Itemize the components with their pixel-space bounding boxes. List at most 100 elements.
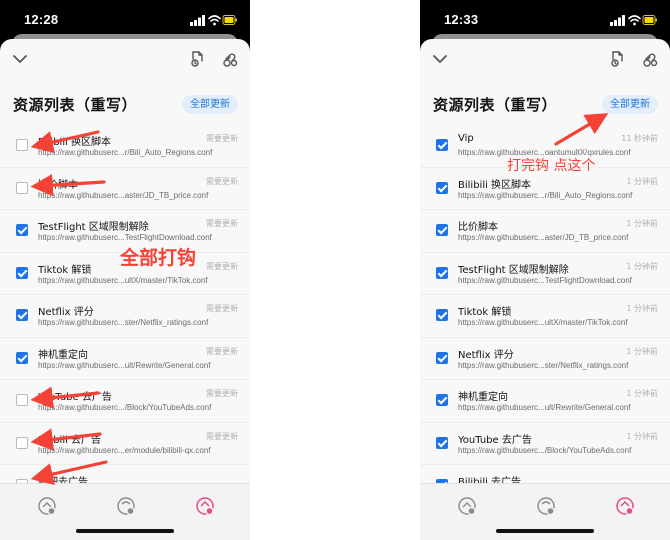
- checkbox-checked[interactable]: [436, 224, 448, 236]
- rule-name: Vip: [458, 133, 474, 144]
- rule-status: 1 分钟前: [626, 431, 658, 441]
- signal-icon: [190, 15, 205, 26]
- list-item[interactable]: Netflix 评分 https://raw.githubuserc...ster…: [420, 338, 670, 380]
- wifi-icon: [208, 15, 221, 22]
- rule-name: Bilibili 换区脚本: [458, 179, 532, 191]
- checkbox-unchecked[interactable]: [16, 181, 28, 194]
- rule-status: 需要更新: [206, 219, 238, 228]
- checkbox-checked[interactable]: [436, 394, 448, 406]
- rule-status: 11 秒钟前: [621, 134, 658, 143]
- rule-status: 需要更新: [206, 134, 238, 143]
- rule-name: 神机重定向: [458, 392, 508, 403]
- rewrite-sheet: 资源列表（重写） 全部更新 Vip https://raw.githubuserc…: [420, 39, 670, 540]
- update-all-button[interactable]: 全部更新: [602, 95, 658, 114]
- filter-icon[interactable]: [116, 496, 136, 516]
- rule-name: 比价脚本: [458, 222, 498, 233]
- annotation-select-all: 全部打钩: [120, 247, 197, 269]
- rule-url: https://raw.githubuserc...ultX/master/Ti…: [38, 275, 208, 285]
- chevron-down-icon[interactable]: [10, 51, 30, 67]
- rule-name: Netflix 评分: [38, 307, 94, 318]
- rule-url: https://raw.githubuserc...r/Bili_Auto_Re…: [458, 190, 633, 200]
- document-sync-icon[interactable]: [188, 50, 206, 68]
- rule-url: https://raw.githubuserc...TestFlightDown…: [38, 233, 212, 242]
- list-item[interactable]: TestFlight 区域限制解除 https://raw.githubuserc…: [420, 253, 670, 295]
- rule-name: Bilibili 换区脚本: [38, 137, 112, 148]
- rule-url: https://raw.githubuserc...TestFlightDown…: [458, 275, 632, 285]
- rule-url: https://raw.githubuserc...er/module/bili…: [38, 445, 211, 455]
- document-sync-icon[interactable]: [608, 50, 626, 68]
- list-header: 资源列表（重写） 全部更新: [433, 94, 658, 116]
- filter-icon[interactable]: [536, 496, 556, 516]
- status-icons: [190, 14, 238, 26]
- list-header: 资源列表（重写） 全部更新: [13, 94, 238, 116]
- rule-name: Tiktok 解锁: [38, 264, 92, 276]
- update-all-button[interactable]: 全部更新: [182, 95, 238, 114]
- rule-url: https://raw.githubuserc...aster/JD_TB_pr…: [458, 233, 629, 242]
- rule-url: https://raw.githubuserc...ster/Netflix_r…: [458, 360, 629, 370]
- checkbox-checked[interactable]: [436, 266, 448, 279]
- rule-url: https://raw.githubuserc...ult/Rewrite/Ge…: [38, 360, 211, 370]
- list-item[interactable]: 比价脚本 https://raw.githubuserc...aster/JD_T…: [420, 210, 670, 253]
- annotation-tap-update: 打完钩 点这个: [507, 158, 596, 174]
- rule-name: YouTube 去广告: [458, 434, 532, 446]
- checkbox-checked[interactable]: [436, 436, 448, 449]
- list-item[interactable]: Bilibili 换区脚本 https://raw.githubuserc...r…: [0, 125, 250, 168]
- rule-status: 1 分钟前: [626, 389, 658, 398]
- list-item[interactable]: 比价脚本 https://raw.githubuserc...aster/JD_T…: [0, 168, 250, 210]
- checkbox-unchecked[interactable]: [16, 436, 28, 449]
- list-item[interactable]: Tiktok 解锁 https://raw.githubuserc...ultX/…: [420, 295, 670, 338]
- checkbox-checked[interactable]: [436, 181, 448, 194]
- rule-name: Bilibili 去广告: [38, 434, 102, 446]
- rule-list-icon[interactable]: [37, 496, 57, 516]
- link-sync-icon[interactable]: [641, 50, 659, 68]
- rewrite-icon[interactable]: [195, 496, 215, 516]
- rule-list-icon[interactable]: [457, 496, 477, 516]
- checkbox-checked[interactable]: [436, 309, 448, 321]
- rewrite-icon[interactable]: [615, 496, 635, 516]
- rule-url: https://raw.githubuserc...r/Bili_Auto_Re…: [38, 148, 213, 157]
- list-item[interactable]: YouTube 去广告 https://raw.githubuserc.../Bl…: [0, 380, 250, 423]
- rule-status: 1 分钟前: [626, 304, 658, 313]
- phone-screen-after: 12:33 资源列表（重写） 全部更新 Vip https://raw.gith…: [420, 0, 670, 540]
- home-indicator: [496, 529, 594, 533]
- rewrite-sheet: 资源列表（重写） 全部更新 Bilibili 换区脚本 https://raw.g…: [0, 39, 250, 540]
- checkbox-checked[interactable]: [436, 139, 448, 151]
- link-sync-icon[interactable]: [221, 50, 239, 68]
- rule-url: https://raw.githubuserc...ult/Rewrite/Ge…: [458, 403, 631, 412]
- chevron-down-icon[interactable]: [430, 51, 450, 67]
- signal-icon: [610, 15, 625, 26]
- sheet-toolbar: [420, 39, 670, 79]
- rule-list: Bilibili 换区脚本 https://raw.githubuserc...r…: [0, 125, 250, 508]
- rule-status: 1 分钟前: [626, 219, 658, 228]
- rule-url: https://raw.githubuserc...aster/JD_TB_pr…: [38, 190, 209, 200]
- list-item[interactable]: Netflix 评分 https://raw.githubuserc...ster…: [0, 295, 250, 338]
- checkbox-unchecked[interactable]: [16, 139, 28, 151]
- rule-url: https://raw.githubuserc.../Block/YouTube…: [458, 445, 632, 455]
- rule-status: 需要更新: [206, 431, 238, 441]
- status-icons: [610, 14, 658, 26]
- tab-bar: [0, 483, 250, 540]
- page-title: 资源列表（重写）: [433, 96, 558, 114]
- list-item[interactable]: Bilibili 去广告 https://raw.githubuserc...er…: [0, 423, 250, 465]
- checkbox-checked[interactable]: [16, 224, 28, 236]
- rule-name: 比价脚本: [38, 179, 78, 191]
- checkbox-checked[interactable]: [16, 266, 28, 279]
- rule-name: TestFlight 区域限制解除: [458, 264, 569, 276]
- list-item[interactable]: YouTube 去广告 https://raw.githubuserc.../Bl…: [420, 423, 670, 465]
- rule-status: 需要更新: [206, 261, 238, 271]
- rule-name: TestFlight 区域限制解除: [38, 222, 149, 233]
- checkbox-checked[interactable]: [16, 351, 28, 364]
- rule-status: 需要更新: [206, 304, 238, 313]
- rule-url: https://raw.githubuserc...ultX/master/Ti…: [458, 318, 628, 327]
- checkbox-checked[interactable]: [16, 309, 28, 321]
- rule-name: YouTube 去广告: [38, 392, 112, 403]
- rule-status: 需要更新: [206, 389, 238, 398]
- rule-name: 神机重定向: [38, 349, 88, 361]
- list-item[interactable]: 神机重定向 https://raw.githubuserc...ult/Rewri…: [0, 338, 250, 380]
- rule-url: https://raw.githubuserc...ster/Netflix_r…: [38, 318, 209, 327]
- checkbox-checked[interactable]: [436, 351, 448, 364]
- list-item[interactable]: 神机重定向 https://raw.githubuserc...ult/Rewri…: [420, 380, 670, 423]
- sheet-toolbar: [0, 39, 250, 79]
- rule-status: 需要更新: [206, 176, 238, 186]
- checkbox-unchecked[interactable]: [16, 394, 28, 406]
